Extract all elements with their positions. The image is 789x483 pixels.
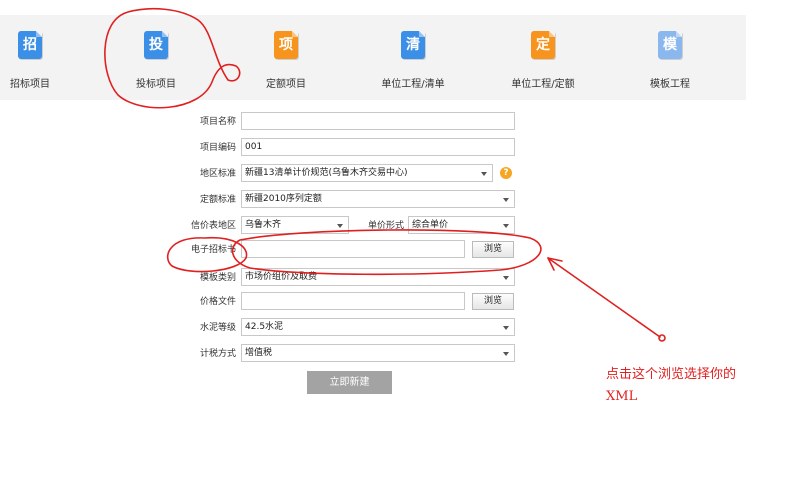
price-region-value: 乌鲁木齐 — [245, 220, 282, 230]
toolbar-item-quota-project[interactable]: 项 定额项目 — [241, 15, 331, 100]
e-tender-browse-button[interactable]: 浏览 — [472, 241, 514, 258]
annotation-text: 点击这个浏览选择你的XML — [606, 367, 737, 404]
quota-doc-icon: 定 — [531, 31, 555, 59]
project-code-label: 项目编码 — [199, 143, 236, 153]
cement-grade-select[interactable]: 42.5水泥 — [241, 318, 515, 336]
toolbar-item-unit-bill[interactable]: 清 单位工程/清单 — [368, 15, 458, 100]
toolbar-item-unit-quota[interactable]: 定 单位工程/定额 — [498, 15, 588, 100]
arrow-head — [547, 257, 563, 271]
template-type-select[interactable]: 市场价组价及取费 — [241, 268, 515, 286]
toolbar-item-label: 单位工程/定额 — [511, 79, 575, 90]
toolbar-item-label: 模板工程 — [650, 79, 690, 90]
chevron-down-icon — [481, 172, 487, 176]
tax-method-label: 计税方式 — [199, 349, 236, 359]
region-standard-value: 新疆13清单计价规范(乌鲁木齐交易中心) — [245, 168, 408, 178]
chevron-down-icon — [503, 198, 509, 202]
price-file-label: 价格文件 — [199, 297, 236, 307]
price-file-input[interactable] — [241, 292, 465, 310]
project-code-input[interactable]: 001 — [241, 138, 515, 156]
e-tender-file-input[interactable] — [241, 240, 465, 258]
e-tender-label: 电子招标书 — [190, 245, 236, 255]
cement-grade-value: 42.5水泥 — [245, 322, 284, 332]
region-standard-label: 地区标准 — [199, 169, 236, 179]
toolbar-item-template-project[interactable]: 模 模板工程 — [625, 15, 715, 100]
price-file-browse-button[interactable]: 浏览 — [472, 293, 514, 310]
price-form-select[interactable]: 综合单价 — [408, 216, 515, 234]
template-type-label: 模板类别 — [199, 273, 236, 283]
bill-list-icon: 清 — [401, 31, 425, 59]
project-name-input[interactable] — [241, 112, 515, 130]
quota-standard-select[interactable]: 新疆2010序列定额 — [241, 190, 515, 208]
template-type-value: 市场价组价及取费 — [245, 272, 318, 282]
quota-standard-value: 新疆2010序列定额 — [245, 194, 322, 204]
price-form-value: 综合单价 — [412, 220, 449, 230]
quota-project-icon: 项 — [274, 31, 298, 59]
chevron-down-icon — [503, 224, 509, 228]
tender-doc-icon: 招 — [18, 31, 42, 59]
price-form-label: 单价形式 — [367, 221, 404, 231]
price-region-label: 信价表地区 — [190, 221, 236, 231]
chevron-down-icon — [337, 224, 343, 228]
template-doc-icon: 模 — [658, 31, 682, 59]
cement-grade-label: 水泥等级 — [199, 323, 236, 333]
toolbar-item-label: 单位工程/清单 — [381, 79, 445, 90]
project-name-label: 项目名称 — [199, 117, 236, 127]
region-standard-select[interactable]: 新疆13清单计价规范(乌鲁木齐交易中心) — [241, 164, 493, 182]
help-icon[interactable]: ? — [500, 167, 512, 179]
price-region-select[interactable]: 乌鲁木齐 — [241, 216, 349, 234]
quota-standard-label: 定额标准 — [199, 195, 236, 205]
chevron-down-icon — [503, 326, 509, 330]
tax-method-select[interactable]: 增值税 — [241, 344, 515, 362]
top-toolbar: 招 招标项目 投 投标项目 项 定额项目 清 单位工程/清单 定 单位工程/定额… — [0, 15, 746, 100]
arrow-line — [547, 257, 661, 338]
toolbar-item-tender-project[interactable]: 招 招标项目 — [0, 15, 75, 100]
arrow-tail-circle — [658, 334, 666, 342]
toolbar-item-label: 投标项目 — [136, 79, 176, 90]
toolbar-item-bid-project[interactable]: 投 投标项目 — [111, 15, 201, 100]
toolbar-item-label: 招标项目 — [10, 79, 50, 90]
tax-method-value: 增值税 — [245, 348, 273, 358]
chevron-down-icon — [503, 352, 509, 356]
bid-doc-icon: 投 — [144, 31, 168, 59]
toolbar-item-label: 定额项目 — [266, 79, 306, 90]
chevron-down-icon — [503, 276, 509, 280]
create-now-button[interactable]: 立即新建 — [307, 371, 392, 394]
